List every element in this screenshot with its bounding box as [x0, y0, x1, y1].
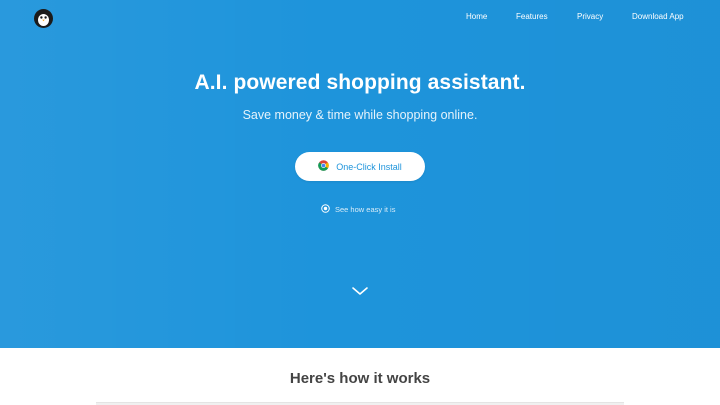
see-how-label: See how easy it is [335, 204, 396, 214]
chevron-down-icon[interactable] [351, 283, 369, 295]
install-button-label: One-Click Install [336, 161, 402, 172]
nav-download-app-link[interactable]: Download App [632, 12, 684, 21]
hero-headline: A.I. powered shopping assistant. [194, 71, 526, 94]
how-it-works-title: Here's how it works [289, 370, 431, 387]
hero-section: Home Features Privacy Download App A.I. … [0, 0, 720, 348]
one-click-install-button[interactable]: One-Click Install [295, 152, 425, 181]
nav-privacy-link[interactable]: Privacy [577, 12, 603, 21]
play-circle-icon [321, 200, 330, 218]
hero-subheadline: Save money & time while shopping online. [242, 108, 478, 122]
nav-features-link[interactable]: Features [516, 12, 548, 21]
penguin-icon[interactable] [34, 9, 53, 28]
chrome-icon [318, 158, 329, 176]
nav-home-link[interactable]: Home [466, 12, 487, 21]
see-how-video-link[interactable]: See how easy it is [321, 204, 395, 214]
